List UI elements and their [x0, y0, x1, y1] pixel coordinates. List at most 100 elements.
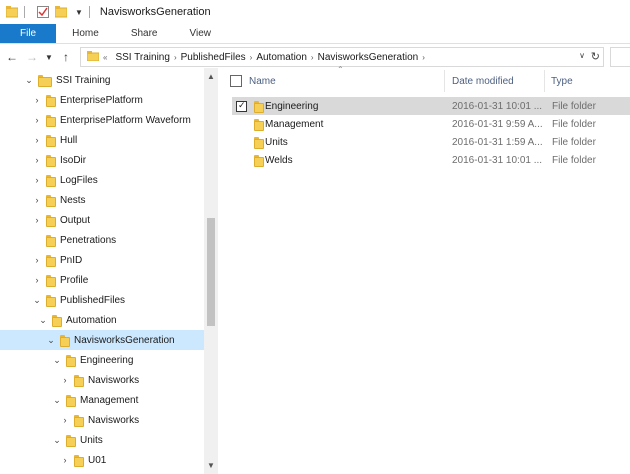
- tree-item-label: Navisworks: [88, 374, 140, 386]
- file-row-units[interactable]: Units 2016-01-31 1:59 A... File folder: [232, 133, 630, 151]
- breadcrumb-chevron-icon[interactable]: ›: [311, 53, 314, 62]
- file-date: 2016-01-31 10:01 ...: [452, 100, 543, 112]
- column-header-date-modified[interactable]: Date modified: [452, 76, 514, 87]
- file-row-engineering[interactable]: Engineering 2016-01-31 10:01 ... File fo…: [232, 97, 630, 115]
- tree-item-logfiles[interactable]: › LogFiles: [0, 170, 204, 190]
- search-box[interactable]: [610, 47, 630, 67]
- file-name: Welds: [265, 154, 293, 166]
- tree-item-hull[interactable]: › Hull: [0, 130, 204, 150]
- tree-item-automation[interactable]: ⌄ Automation: [0, 310, 204, 330]
- back-arrow-icon[interactable]: ←: [4, 49, 20, 65]
- tree-item-u01[interactable]: › U01: [0, 450, 204, 470]
- scroll-up-icon[interactable]: ▲: [204, 72, 218, 81]
- breadcrumb-chevron-icon[interactable]: ›: [250, 53, 253, 62]
- column-divider[interactable]: [544, 70, 545, 92]
- breadcrumb-ssi-training[interactable]: SSI Training: [115, 52, 169, 63]
- tab-file[interactable]: File: [0, 24, 57, 43]
- tab-home[interactable]: Home: [56, 24, 115, 43]
- select-all-checkbox[interactable]: [230, 75, 242, 87]
- scroll-down-icon[interactable]: ▼: [204, 461, 218, 470]
- tree-item-label: Automation: [66, 314, 117, 326]
- nav-scrollbar[interactable]: ▲ ▼: [204, 68, 218, 474]
- expand-arrow-icon[interactable]: ›: [60, 415, 70, 425]
- address-dropdown-icon[interactable]: ∨: [579, 51, 585, 60]
- tree-item-engineering[interactable]: ⌄ Engineering: [0, 350, 204, 370]
- collapse-arrow-icon[interactable]: ⌄: [46, 335, 56, 346]
- file-row-management[interactable]: Management 2016-01-31 9:59 A... File fol…: [232, 115, 630, 133]
- properties-icon[interactable]: [37, 6, 49, 18]
- collapse-arrow-icon[interactable]: ⌄: [52, 355, 62, 366]
- customize-quick-access-chevron-icon[interactable]: ▼: [75, 8, 83, 17]
- tree-item-output[interactable]: › Output: [0, 210, 204, 230]
- ribbon-tabs: File Home Share View: [0, 24, 630, 44]
- breadcrumb-publishedfiles[interactable]: PublishedFiles: [181, 52, 246, 63]
- tree-item-label: SSI Training: [56, 74, 111, 86]
- refresh-icon[interactable]: ↻: [591, 50, 600, 63]
- tree-item-enterpriseplatform[interactable]: › EnterprisePlatform: [0, 90, 204, 110]
- expand-arrow-icon[interactable]: ›: [32, 115, 42, 125]
- collapse-arrow-icon[interactable]: ⌄: [32, 295, 42, 306]
- tree-item-management[interactable]: ⌄ Management: [0, 390, 204, 410]
- collapse-arrow-icon[interactable]: ⌄: [52, 435, 62, 446]
- collapse-arrow-icon[interactable]: ⌄: [24, 75, 34, 86]
- column-header-type[interactable]: Type: [551, 76, 573, 87]
- up-arrow-icon[interactable]: ↑: [58, 49, 74, 65]
- tree-item-label: EnterprisePlatform: [60, 94, 143, 106]
- folder-icon[interactable]: [5, 6, 19, 18]
- tree-item-label: Hull: [60, 134, 78, 146]
- scrollbar-thumb[interactable]: [207, 218, 215, 326]
- tree-item-label: Profile: [60, 274, 89, 286]
- column-divider[interactable]: [444, 70, 445, 92]
- forward-arrow-icon[interactable]: →: [24, 49, 40, 65]
- file-name: Management: [265, 118, 324, 130]
- tab-view[interactable]: View: [174, 24, 228, 43]
- expand-arrow-icon[interactable]: ›: [60, 375, 70, 385]
- expand-arrow-icon[interactable]: ›: [32, 175, 42, 185]
- tree-item-label: IsoDir: [60, 154, 87, 166]
- new-folder-icon[interactable]: [54, 6, 68, 18]
- breadcrumb-overflow[interactable]: «: [103, 53, 107, 62]
- expand-arrow-icon[interactable]: ›: [32, 95, 42, 105]
- tree-item-navisworks[interactable]: › Navisworks: [0, 410, 204, 430]
- expand-arrow-icon[interactable]: ›: [32, 215, 42, 225]
- expand-arrow-icon[interactable]: ›: [32, 255, 42, 265]
- tree-item-publishedfiles[interactable]: ⌄ PublishedFiles: [0, 290, 204, 310]
- tree-item-navisworks[interactable]: › Navisworks: [0, 370, 204, 390]
- tree-item-isodir[interactable]: › IsoDir: [0, 150, 204, 170]
- file-name: Units: [265, 136, 288, 148]
- breadcrumb-chevron-icon[interactable]: ›: [422, 53, 425, 62]
- expand-arrow-icon[interactable]: ›: [32, 155, 42, 165]
- expand-arrow-icon[interactable]: ›: [32, 135, 42, 145]
- address-bar[interactable]: « SSI Training › PublishedFiles › Automa…: [80, 47, 604, 67]
- tree-item-nests[interactable]: › Nests: [0, 190, 204, 210]
- row-checkbox[interactable]: [236, 100, 247, 112]
- column-header-name[interactable]: Name: [249, 76, 276, 87]
- folder-icon: [46, 155, 56, 167]
- folder-icon: [46, 295, 56, 307]
- collapse-arrow-icon[interactable]: ⌄: [38, 315, 48, 326]
- breadcrumb-chevron-icon[interactable]: ›: [174, 53, 177, 62]
- tree-item-enterpriseplatform-waveform[interactable]: › EnterprisePlatform Waveform: [0, 110, 204, 130]
- address-folder-icon: [86, 50, 100, 64]
- tree-item-profile[interactable]: › Profile: [0, 270, 204, 290]
- expand-arrow-icon[interactable]: ›: [60, 455, 70, 465]
- folder-icon: [46, 115, 56, 127]
- file-name: Engineering: [265, 100, 319, 112]
- tree-item-penetrations[interactable]: Penetrations: [0, 230, 204, 250]
- tab-share[interactable]: Share: [115, 24, 174, 43]
- breadcrumb-navisworksgeneration[interactable]: NavisworksGeneration: [318, 52, 419, 63]
- file-row-welds[interactable]: Welds 2016-01-31 10:01 ... File folder: [232, 151, 630, 169]
- column-header-row: ⌃ Name Date modified Type: [222, 65, 630, 94]
- expand-arrow-icon[interactable]: ›: [32, 275, 42, 285]
- folder-icon: [46, 195, 56, 207]
- recent-locations-chevron-icon[interactable]: ▼: [44, 49, 54, 65]
- collapse-arrow-icon[interactable]: ⌄: [52, 395, 62, 406]
- tree-item-navisworksgeneration[interactable]: ⌄ NavisworksGeneration: [0, 330, 204, 350]
- folder-icon: [52, 315, 62, 327]
- tree-item-ssi-training[interactable]: ⌄ SSI Training: [0, 70, 204, 90]
- tree-item-units[interactable]: ⌄ Units: [0, 430, 204, 450]
- tree-item-pnid[interactable]: › PnID: [0, 250, 204, 270]
- folder-icon: [254, 101, 264, 113]
- expand-arrow-icon[interactable]: ›: [32, 195, 42, 205]
- breadcrumb-automation[interactable]: Automation: [256, 52, 307, 63]
